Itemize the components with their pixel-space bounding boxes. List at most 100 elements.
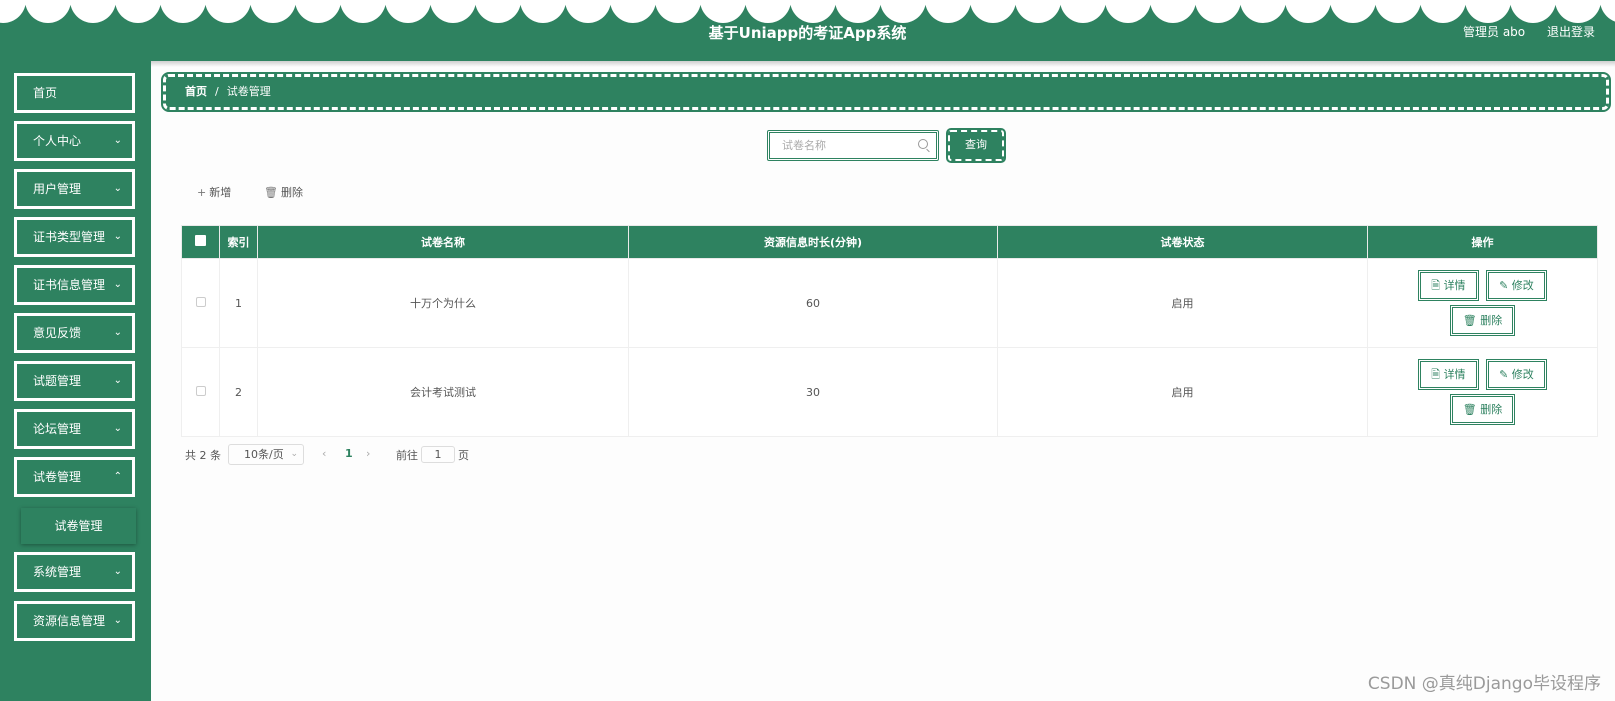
row-checkbox-cell[interactable] xyxy=(181,347,220,437)
sidebar-item-personal-center[interactable]: 个人中心 ⌄ xyxy=(13,120,136,162)
breadcrumb: 首页 / 试卷管理 xyxy=(161,72,1611,112)
header-user-area: 管理员 abo 退出登录 xyxy=(1445,23,1595,40)
column-header-name: 试卷名称 xyxy=(257,225,629,259)
edit-button[interactable]: ✎ 修改 xyxy=(1486,359,1547,390)
row-name: 十万个为什么 xyxy=(257,258,629,348)
submenu-item-exam-paper-management[interactable]: 试卷管理 xyxy=(21,508,136,544)
sidebar-item-label: 试题管理 xyxy=(33,374,82,388)
page-size-select[interactable]: 10条/页 ⌄ xyxy=(228,444,304,465)
total-count: 2 xyxy=(199,449,207,462)
sidebar-item-feedback[interactable]: 意见反馈 ⌄ xyxy=(13,312,136,354)
row-duration: 30 xyxy=(628,347,998,437)
scallop-shape xyxy=(385,0,431,23)
scallop-shape xyxy=(1105,0,1151,23)
sidebar-item-label: 个人中心 xyxy=(33,134,82,148)
next-page-button[interactable]: › xyxy=(366,447,370,460)
search-field xyxy=(767,130,939,161)
sidebar-item-label: 试卷管理 xyxy=(33,470,82,484)
chevron-down-icon: ⌄ xyxy=(113,566,122,577)
plus-icon: + xyxy=(197,186,207,199)
watermark: CSDN @真纯Django毕设程序 xyxy=(1367,674,1601,694)
chevron-up-icon: ⌃ xyxy=(113,471,122,482)
scallop-shape xyxy=(835,0,881,23)
sidebar-item-label: 系统管理 xyxy=(33,565,82,579)
sidebar-item-label: 论坛管理 xyxy=(33,422,82,436)
sidebar-item-exam-paper-management[interactable]: 试卷管理 ⌃ xyxy=(13,456,136,498)
sidebar-item-cert-info-management[interactable]: 证书信息管理 ⌄ xyxy=(13,264,136,306)
chevron-down-icon: ⌄ xyxy=(113,135,122,146)
add-button[interactable]: + 新增 xyxy=(197,184,231,200)
edit-label: 修改 xyxy=(1511,279,1534,292)
sidebar-item-cert-type-management[interactable]: 证书类型管理 ⌄ xyxy=(13,216,136,258)
query-button[interactable]: 查询 xyxy=(946,128,1006,163)
row-checkbox-cell[interactable] xyxy=(181,258,220,348)
sidebar-item-user-management[interactable]: 用户管理 ⌄ xyxy=(13,168,136,210)
column-header-actions: 操作 xyxy=(1367,225,1598,259)
document-icon: 🗎︎ xyxy=(1431,279,1441,292)
row-duration: 60 xyxy=(628,258,998,348)
scallop-shape xyxy=(655,0,701,23)
goto-page-input[interactable]: 1 xyxy=(421,446,455,463)
scallop-shape xyxy=(205,0,251,23)
total-suffix: 条 xyxy=(210,449,221,462)
scallop-shape xyxy=(610,0,656,23)
sidebar-item-label: 首页 xyxy=(33,86,58,100)
logout-button[interactable]: 退出登录 xyxy=(1547,25,1595,39)
select-all-checkbox[interactable] xyxy=(195,235,206,246)
delete-button[interactable]: 🗑︎ 删除 xyxy=(1449,394,1516,425)
detail-button[interactable]: 🗎︎ 详情 xyxy=(1418,270,1479,301)
search-input[interactable] xyxy=(770,133,900,158)
chevron-down-icon: ⌄ xyxy=(113,279,122,290)
detail-button[interactable]: 🗎︎ 详情 xyxy=(1418,359,1479,390)
table-header-row: 索引 试卷名称 资源信息时长(分钟) 试卷状态 操作 xyxy=(181,225,1598,259)
admin-user-label: 管理员 abo xyxy=(1463,25,1526,39)
page-number-current[interactable]: 1 xyxy=(345,447,353,460)
document-icon: 🗎︎ xyxy=(1431,368,1441,381)
column-header-duration: 资源信息时长(分钟) xyxy=(628,225,998,259)
chevron-down-icon: ⌄ xyxy=(113,183,122,194)
row-checkbox[interactable] xyxy=(195,385,206,396)
sidebar-item-label: 意见反馈 xyxy=(33,326,82,340)
scallop-shape xyxy=(250,0,296,23)
trash-icon: 🗑︎ xyxy=(1462,403,1477,416)
scallop-shape xyxy=(1015,0,1061,23)
pencil-icon: ✎ xyxy=(1499,368,1509,381)
scallop-decoration xyxy=(0,0,1615,23)
sidebar-item-forum-management[interactable]: 论坛管理 ⌄ xyxy=(13,408,136,450)
sidebar-item-resource-info-management[interactable]: 资源信息管理 ⌄ xyxy=(13,600,136,642)
edit-button[interactable]: ✎ 修改 xyxy=(1486,270,1547,301)
scallop-shape xyxy=(880,0,926,23)
scallop-shape xyxy=(115,0,161,23)
row-actions: 🗎︎ 详情 ✎ 修改 🗑︎ 删除 xyxy=(1367,347,1598,437)
delete-button[interactable]: 🗑︎ 删除 xyxy=(1449,305,1516,336)
sidebar-item-system-management[interactable]: 系统管理 ⌄ xyxy=(13,551,136,593)
row-checkbox[interactable] xyxy=(195,296,206,307)
site-title: 基于Uniapp的考证App系统 xyxy=(708,24,907,42)
row-actions: 🗎︎ 详情 ✎ 修改 🗑︎ 删除 xyxy=(1367,258,1598,348)
goto-suffix: 页 xyxy=(458,449,469,462)
sidebar-item-home[interactable]: 首页 xyxy=(13,72,136,114)
scallop-shape xyxy=(565,0,611,23)
scallop-shape xyxy=(700,0,746,23)
prev-page-button[interactable]: ‹ xyxy=(322,447,326,460)
scallop-shape xyxy=(970,0,1016,23)
table-row: 1 十万个为什么 60 启用 🗎︎ 详情 ✎ 修改 🗑︎ 删除 xyxy=(181,258,1598,348)
chevron-down-icon: ⌄ xyxy=(113,231,122,242)
batch-delete-button[interactable]: 🗑︎ 删除 xyxy=(264,184,303,200)
scallop-shape xyxy=(1465,0,1511,23)
breadcrumb-home[interactable]: 首页 xyxy=(185,85,207,98)
scallop-shape xyxy=(0,0,26,23)
detail-label: 详情 xyxy=(1443,368,1466,381)
scallop-shape xyxy=(1195,0,1241,23)
trash-icon: 🗑︎ xyxy=(264,186,278,199)
row-name: 会计考试测试 xyxy=(257,347,629,437)
scallop-shape xyxy=(430,0,476,23)
scallop-shape xyxy=(1150,0,1196,23)
sidebar-item-label: 证书类型管理 xyxy=(33,230,106,244)
chevron-down-icon: ⌄ xyxy=(113,423,122,434)
sidebar-item-label: 证书信息管理 xyxy=(33,278,106,292)
select-all-checkbox-cell[interactable] xyxy=(181,225,220,259)
pagination-total: 共 2 条 xyxy=(185,447,221,463)
sidebar-item-question-management[interactable]: 试题管理 ⌄ xyxy=(13,360,136,402)
row-status: 启用 xyxy=(997,258,1368,348)
